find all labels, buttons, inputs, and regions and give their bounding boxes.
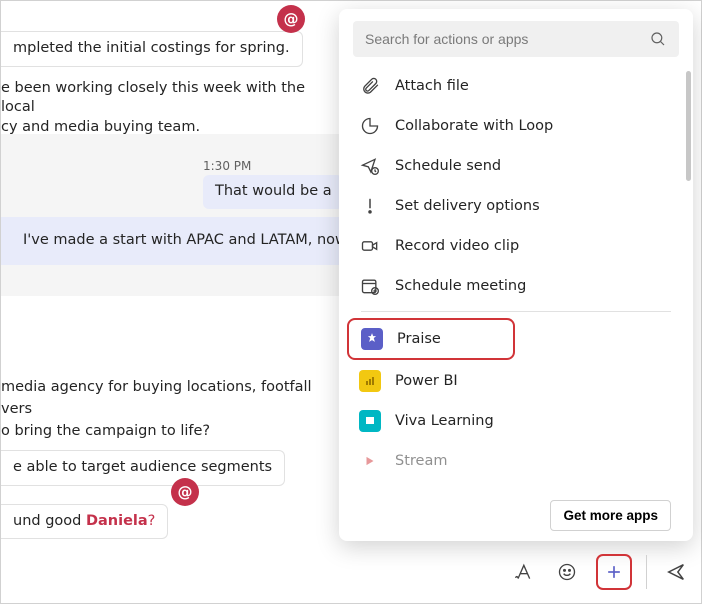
search-icon [649,30,667,48]
chat-bubble: e able to target audience segments [1,450,285,486]
video-icon [359,235,381,257]
divider [361,311,671,312]
chat-text: o bring the campaign to life? [1,423,210,439]
app-praise[interactable]: Praise [347,318,515,360]
emoji-button[interactable] [552,557,582,587]
paperclip-icon [359,75,381,97]
chat-lower: media agency for buying locations, footf… [1,377,341,557]
chat-text: e been working closely this week with th… [1,80,305,135]
viva-icon [359,410,381,432]
app-viva-learning[interactable]: Viva Learning [347,402,685,440]
chat-text: I've made a start with APAC and LATAM, n… [23,232,341,248]
stream-icon [359,450,381,472]
mention-badge-icon: @ [171,478,199,506]
chat-bubble: und good Daniela? [1,504,168,540]
action-label: Schedule send [395,158,501,174]
actions-plus-button[interactable] [596,554,632,590]
action-label: Record video clip [395,238,519,254]
chat-text: und good [13,513,86,529]
powerbi-icon [359,370,381,392]
chat-text: e able to target audience segments [13,459,272,475]
chat-row: I've made a start with APAC and LATAM, n… [1,217,341,265]
exclamation-icon [359,195,381,217]
action-record-video[interactable]: Record video clip [347,227,685,265]
send-button[interactable] [661,557,691,587]
chat-text: That would be a [215,183,332,199]
mention-badge-icon: @ [277,5,305,33]
action-collaborate-loop[interactable]: Collaborate with Loop [347,107,685,145]
loop-icon [359,115,381,137]
action-delivery-options[interactable]: Set delivery options [347,187,685,225]
emoji-icon [557,562,577,582]
search-input[interactable] [365,31,649,47]
get-more-apps-button[interactable]: Get more apps [550,500,671,531]
chat-area: mpleted the initial costings for spring.… [1,1,341,603]
actions-popover: Attach file Collaborate with Loop Schedu… [339,9,693,541]
plus-icon [604,562,624,582]
chat-bubble: I've made a start with APAC and LATAM, n… [1,217,341,265]
action-label: Set delivery options [395,198,540,214]
chat-bubble: mpleted the initial costings for spring. [1,31,303,67]
format-button[interactable] [508,557,538,587]
action-schedule-send[interactable]: Schedule send [347,147,685,185]
app-label: Stream [395,453,447,469]
app-label: Praise [397,331,441,347]
separator [646,555,647,589]
app-label: Power BI [395,373,458,389]
action-label: Attach file [395,78,469,94]
action-attach-file[interactable]: Attach file [347,67,685,105]
format-icon [513,562,533,582]
chat-text: mpleted the initial costings for spring. [13,40,290,56]
app-stream[interactable]: Stream [347,442,685,480]
compose-toolbar [508,551,691,593]
chat-text: media agency for buying locations, footf… [1,377,341,442]
action-list: Attach file Collaborate with Loop Schedu… [339,67,693,541]
send-clock-icon [359,155,381,177]
send-icon [665,561,687,583]
chat-text: media agency for buying locations, footf… [1,379,312,417]
mention[interactable]: Daniela [86,513,148,529]
chat-text: ? [148,513,156,529]
praise-icon [361,328,383,350]
scrollbar-thumb[interactable] [686,71,691,181]
app-label: Viva Learning [395,413,494,429]
action-schedule-meeting[interactable]: Schedule meeting [347,267,685,305]
app-power-bi[interactable]: Power BI [347,362,685,400]
calendar-add-icon [359,275,381,297]
search-field[interactable] [353,21,679,57]
action-label: Collaborate with Loop [395,118,553,134]
chat-bubble: That would be a [203,175,343,209]
action-label: Schedule meeting [395,278,526,294]
